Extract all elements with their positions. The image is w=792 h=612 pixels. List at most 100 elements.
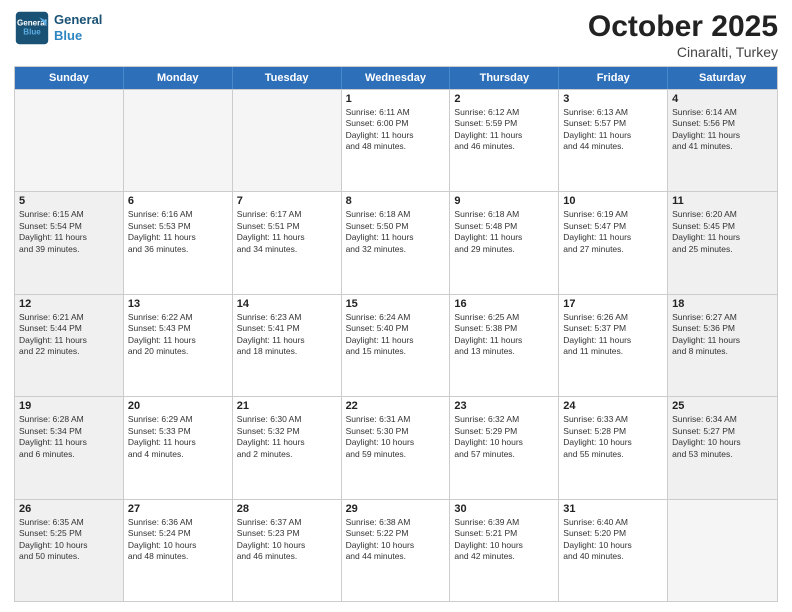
day-number: 11 <box>672 195 773 207</box>
calendar-cell: 18 Sunrise: 6:27 AM Sunset: 5:36 PM Dayli… <box>668 295 777 396</box>
calendar-cell: 14 Sunrise: 6:23 AM Sunset: 5:41 PM Dayli… <box>233 295 342 396</box>
cell-info: Sunrise: 6:19 AM Sunset: 5:47 PM Dayligh… <box>563 209 663 255</box>
weekday-header: Wednesday <box>342 67 451 89</box>
calendar-cell: 23 Sunrise: 6:32 AM Sunset: 5:29 PM Dayli… <box>450 397 559 498</box>
logo-text: General Blue <box>54 12 102 43</box>
day-number: 22 <box>346 400 446 412</box>
cell-info: Sunrise: 6:22 AM Sunset: 5:43 PM Dayligh… <box>128 312 228 358</box>
calendar-row: 19Sunrise: 6:28 AM Sunset: 5:34 PM Dayli… <box>15 396 777 498</box>
calendar-cell: 13 Sunrise: 6:22 AM Sunset: 5:43 PM Dayli… <box>124 295 233 396</box>
day-number: 26 <box>19 503 119 515</box>
day-number: 12 <box>19 298 119 310</box>
cell-info: Sunrise: 6:18 AM Sunset: 5:50 PM Dayligh… <box>346 209 446 255</box>
day-number: 15 <box>346 298 446 310</box>
day-number: 28 <box>237 503 337 515</box>
day-number: 18 <box>672 298 773 310</box>
day-number: 31 <box>563 503 663 515</box>
calendar-cell: 7 Sunrise: 6:17 AM Sunset: 5:51 PM Daylig… <box>233 192 342 293</box>
calendar-cell: 30Sunrise: 6:39 AM Sunset: 5:21 PM Dayli… <box>450 500 559 601</box>
calendar-cell: 10Sunrise: 6:19 AM Sunset: 5:47 PM Dayli… <box>559 192 668 293</box>
calendar-cell: 28 Sunrise: 6:37 AM Sunset: 5:23 PM Dayli… <box>233 500 342 601</box>
calendar-cell <box>15 90 124 191</box>
day-number: 27 <box>128 503 228 515</box>
day-number: 7 <box>237 195 337 207</box>
day-number: 5 <box>19 195 119 207</box>
cell-info: Sunrise: 6:26 AM Sunset: 5:37 PM Dayligh… <box>563 312 663 358</box>
day-number: 4 <box>672 93 773 105</box>
calendar: SundayMondayTuesdayWednesdayThursdayFrid… <box>14 66 778 602</box>
cell-info: Sunrise: 6:14 AM Sunset: 5:56 PM Dayligh… <box>672 107 773 153</box>
logo-icon: General Blue <box>14 10 50 46</box>
logo-line2: Blue <box>54 28 102 44</box>
calendar-cell: 1 Sunrise: 6:11 AM Sunset: 6:00 PM Daylig… <box>342 90 451 191</box>
day-number: 1 <box>346 93 446 105</box>
page: General Blue General Blue October 2025 C… <box>0 0 792 612</box>
cell-info: Sunrise: 6:17 AM Sunset: 5:51 PM Dayligh… <box>237 209 337 255</box>
calendar-cell: 16Sunrise: 6:25 AM Sunset: 5:38 PM Dayli… <box>450 295 559 396</box>
calendar-cell: 20Sunrise: 6:29 AM Sunset: 5:33 PM Dayli… <box>124 397 233 498</box>
day-number: 2 <box>454 93 554 105</box>
day-number: 13 <box>128 298 228 310</box>
calendar-cell: 4 Sunrise: 6:14 AM Sunset: 5:56 PM Daylig… <box>668 90 777 191</box>
cell-info: Sunrise: 6:37 AM Sunset: 5:23 PM Dayligh… <box>237 517 337 563</box>
calendar-row: 5Sunrise: 6:15 AM Sunset: 5:54 PM Daylig… <box>15 191 777 293</box>
day-number: 14 <box>237 298 337 310</box>
cell-info: Sunrise: 6:12 AM Sunset: 5:59 PM Dayligh… <box>454 107 554 153</box>
calendar-cell: 17 Sunrise: 6:26 AM Sunset: 5:37 PM Dayli… <box>559 295 668 396</box>
weekday-header: Thursday <box>450 67 559 89</box>
day-number: 19 <box>19 400 119 412</box>
calendar-cell: 26 Sunrise: 6:35 AM Sunset: 5:25 PM Dayli… <box>15 500 124 601</box>
day-number: 9 <box>454 195 554 207</box>
calendar-cell <box>668 500 777 601</box>
cell-info: Sunrise: 6:36 AM Sunset: 5:24 PM Dayligh… <box>128 517 228 563</box>
logo-line1: General <box>54 12 102 28</box>
day-number: 23 <box>454 400 554 412</box>
cell-info: Sunrise: 6:32 AM Sunset: 5:29 PM Dayligh… <box>454 414 554 460</box>
calendar-cell: 11 Sunrise: 6:20 AM Sunset: 5:45 PM Dayli… <box>668 192 777 293</box>
weekday-header: Friday <box>559 67 668 89</box>
calendar-cell: 19Sunrise: 6:28 AM Sunset: 5:34 PM Dayli… <box>15 397 124 498</box>
cell-info: Sunrise: 6:24 AM Sunset: 5:40 PM Dayligh… <box>346 312 446 358</box>
calendar-cell: 22 Sunrise: 6:31 AM Sunset: 5:30 PM Dayli… <box>342 397 451 498</box>
calendar-header: SundayMondayTuesdayWednesdayThursdayFrid… <box>15 67 777 89</box>
calendar-cell: 3 Sunrise: 6:13 AM Sunset: 5:57 PM Daylig… <box>559 90 668 191</box>
day-number: 8 <box>346 195 446 207</box>
cell-info: Sunrise: 6:35 AM Sunset: 5:25 PM Dayligh… <box>19 517 119 563</box>
day-number: 29 <box>346 503 446 515</box>
calendar-cell <box>233 90 342 191</box>
calendar-cell: 21Sunrise: 6:30 AM Sunset: 5:32 PM Dayli… <box>233 397 342 498</box>
day-number: 21 <box>237 400 337 412</box>
cell-info: Sunrise: 6:27 AM Sunset: 5:36 PM Dayligh… <box>672 312 773 358</box>
day-number: 6 <box>128 195 228 207</box>
cell-info: Sunrise: 6:39 AM Sunset: 5:21 PM Dayligh… <box>454 517 554 563</box>
month-title: October 2025 <box>588 10 778 44</box>
title-block: October 2025 Cinaralti, Turkey <box>588 10 778 60</box>
calendar-cell: 2 Sunrise: 6:12 AM Sunset: 5:59 PM Daylig… <box>450 90 559 191</box>
cell-info: Sunrise: 6:20 AM Sunset: 5:45 PM Dayligh… <box>672 209 773 255</box>
day-number: 3 <box>563 93 663 105</box>
cell-info: Sunrise: 6:33 AM Sunset: 5:28 PM Dayligh… <box>563 414 663 460</box>
calendar-cell <box>124 90 233 191</box>
cell-info: Sunrise: 6:13 AM Sunset: 5:57 PM Dayligh… <box>563 107 663 153</box>
day-number: 17 <box>563 298 663 310</box>
cell-info: Sunrise: 6:38 AM Sunset: 5:22 PM Dayligh… <box>346 517 446 563</box>
cell-info: Sunrise: 6:40 AM Sunset: 5:20 PM Dayligh… <box>563 517 663 563</box>
cell-info: Sunrise: 6:31 AM Sunset: 5:30 PM Dayligh… <box>346 414 446 460</box>
calendar-cell: 31 Sunrise: 6:40 AM Sunset: 5:20 PM Dayli… <box>559 500 668 601</box>
calendar-cell: 27 Sunrise: 6:36 AM Sunset: 5:24 PM Dayli… <box>124 500 233 601</box>
day-number: 25 <box>672 400 773 412</box>
cell-info: Sunrise: 6:23 AM Sunset: 5:41 PM Dayligh… <box>237 312 337 358</box>
day-number: 16 <box>454 298 554 310</box>
calendar-cell: 8 Sunrise: 6:18 AM Sunset: 5:50 PM Daylig… <box>342 192 451 293</box>
weekday-header: Tuesday <box>233 67 342 89</box>
calendar-body: 1 Sunrise: 6:11 AM Sunset: 6:00 PM Daylig… <box>15 89 777 601</box>
cell-info: Sunrise: 6:29 AM Sunset: 5:33 PM Dayligh… <box>128 414 228 460</box>
header: General Blue General Blue October 2025 C… <box>14 10 778 60</box>
cell-info: Sunrise: 6:21 AM Sunset: 5:44 PM Dayligh… <box>19 312 119 358</box>
cell-info: Sunrise: 6:11 AM Sunset: 6:00 PM Dayligh… <box>346 107 446 153</box>
weekday-header: Saturday <box>668 67 777 89</box>
calendar-cell: 12 Sunrise: 6:21 AM Sunset: 5:44 PM Dayli… <box>15 295 124 396</box>
cell-info: Sunrise: 6:18 AM Sunset: 5:48 PM Dayligh… <box>454 209 554 255</box>
location: Cinaralti, Turkey <box>588 44 778 60</box>
day-number: 24 <box>563 400 663 412</box>
